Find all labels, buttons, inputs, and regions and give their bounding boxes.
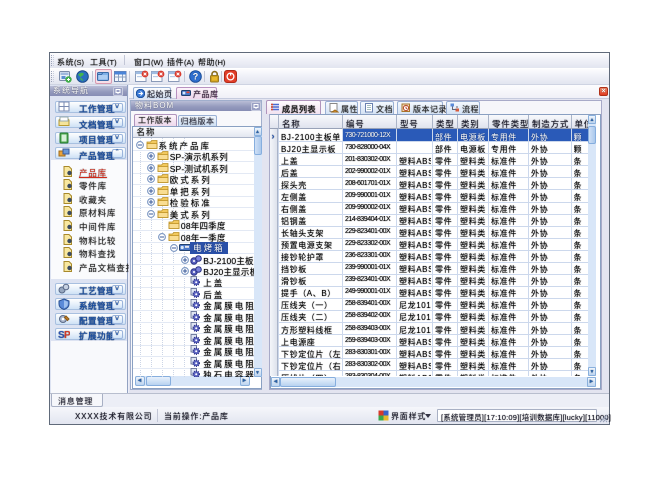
svg-text:?: ?: [193, 72, 199, 82]
svg-text:P: P: [64, 330, 70, 340]
